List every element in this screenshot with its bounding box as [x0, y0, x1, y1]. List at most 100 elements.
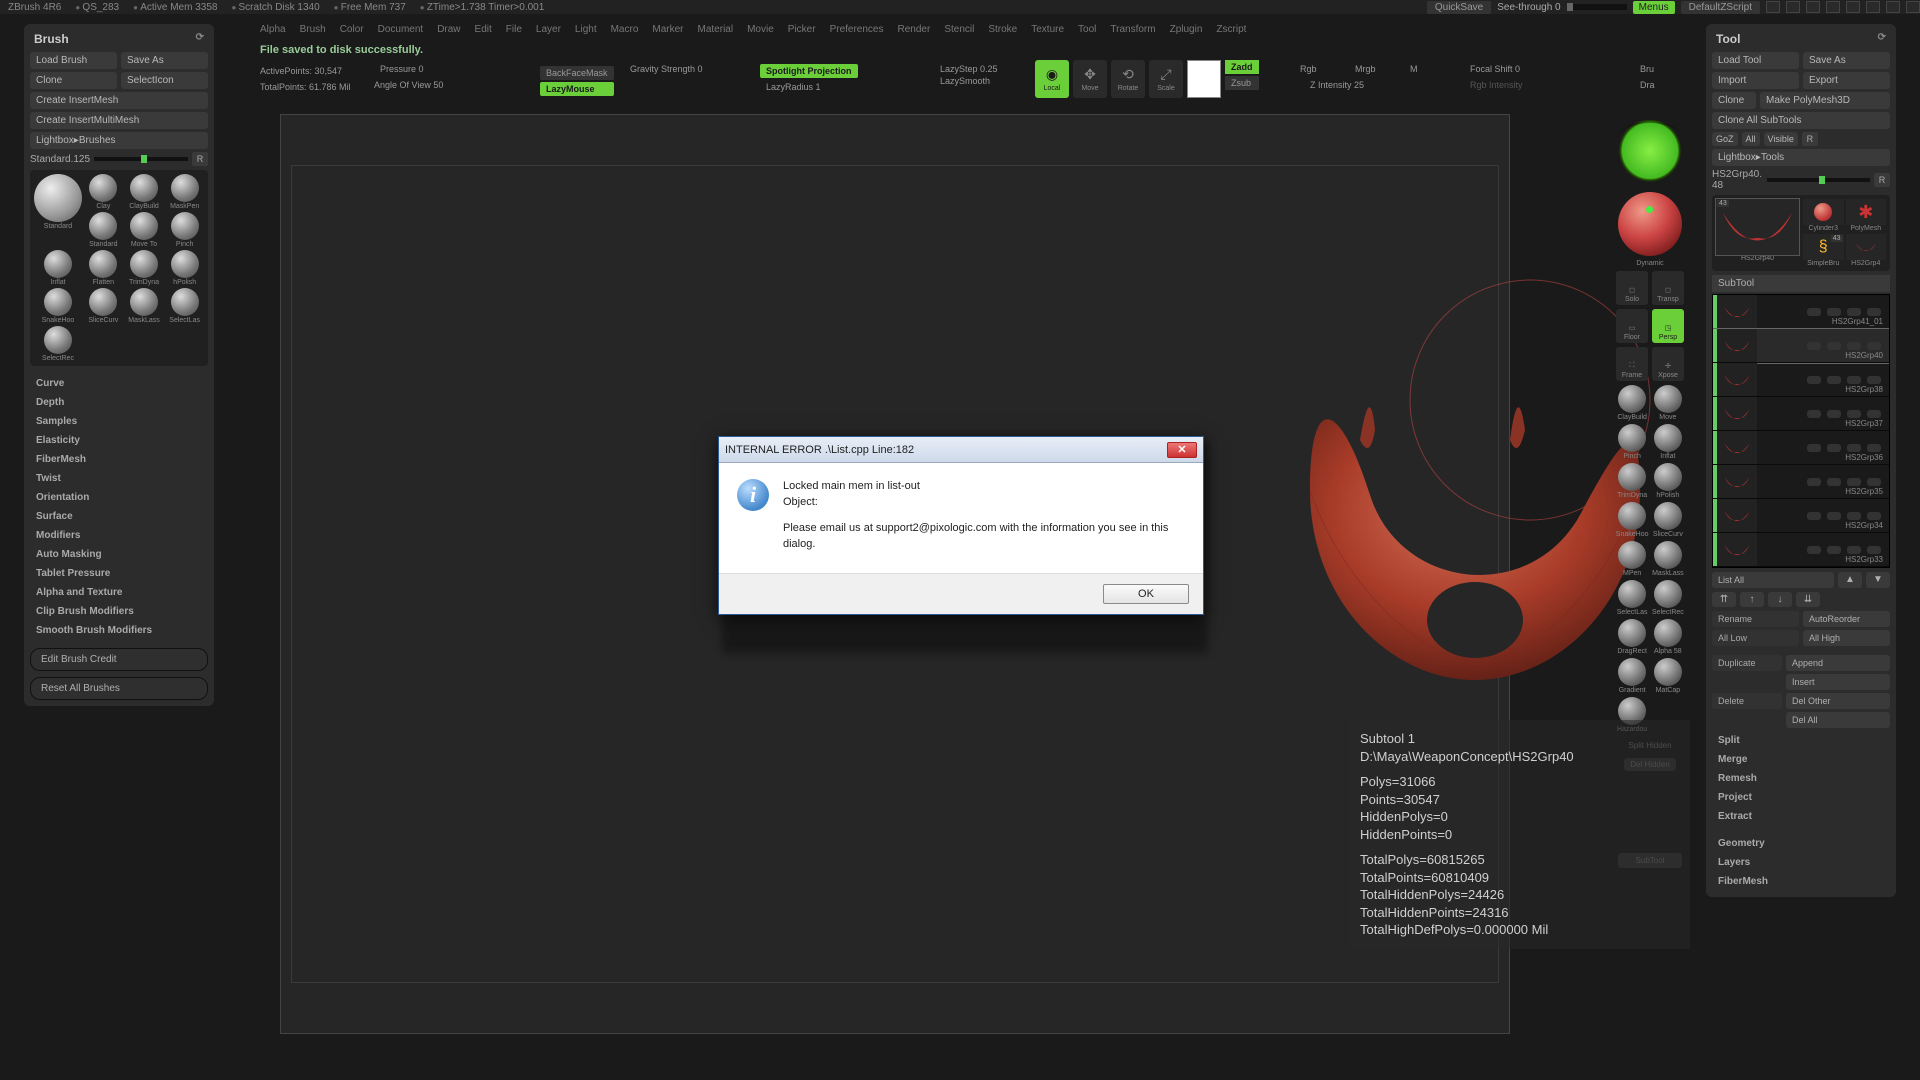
subtool-hs2grp38[interactable]: HS2Grp38 [1713, 363, 1889, 397]
brush-claybuild[interactable]: ClayBuild [125, 174, 164, 210]
local-button[interactable]: ◉Local [1035, 60, 1069, 98]
quick-brush-dragrect[interactable]: DragRect [1616, 619, 1649, 655]
subtool-down-button[interactable]: ▼ [1866, 572, 1890, 588]
tool-thumb-3[interactable]: ✱PolyMesh [1846, 199, 1887, 232]
brush-section-modifiers[interactable]: Modifiers [30, 526, 208, 545]
menu-light[interactable]: Light [575, 24, 597, 38]
brush-standard[interactable]: Standard [34, 174, 82, 248]
tool-thumb-main[interactable]: 43 HS2Grp40 [1716, 199, 1799, 267]
delete-button[interactable]: Delete [1712, 693, 1782, 709]
quick-brush-matcap[interactable]: MatCap [1652, 658, 1685, 694]
menu-marker[interactable]: Marker [652, 24, 683, 38]
menu-color[interactable]: Color [340, 24, 364, 38]
tool-section-remesh[interactable]: Remesh [1712, 769, 1890, 788]
quick-brush-mpen[interactable]: MPen [1616, 541, 1649, 577]
goz-r-button[interactable]: R [1802, 132, 1818, 146]
menus-toggle[interactable]: Menus [1633, 1, 1675, 14]
tool-section-split[interactable]: Split [1712, 731, 1890, 750]
brush-standard[interactable]: Standard [84, 212, 123, 248]
tool-section-extract[interactable]: Extract [1712, 807, 1890, 826]
brush-section-surface[interactable]: Surface [30, 507, 208, 526]
edit-brush-credit-button[interactable]: Edit Brush Credit [30, 648, 208, 671]
quick-brush-inflat[interactable]: Inflat [1652, 424, 1685, 460]
color-swatch[interactable] [1187, 60, 1221, 98]
tool-section-fibermesh[interactable]: FiberMesh [1712, 872, 1890, 891]
menu-edit[interactable]: Edit [475, 24, 492, 38]
goz-all-button[interactable]: All [1742, 132, 1760, 146]
brush-section-auto-masking[interactable]: Auto Masking [30, 545, 208, 564]
quick-brush-selectrec[interactable]: SelectRec [1652, 580, 1685, 616]
menu-alpha[interactable]: Alpha [260, 24, 286, 38]
brush-snakehoo[interactable]: SnakeHoo [34, 288, 82, 324]
brush-section-smooth-brush-modifiers[interactable]: Smooth Brush Modifiers [30, 621, 208, 640]
subtool-hs2grp41_01[interactable]: HS2Grp41_01 [1713, 295, 1889, 329]
menu-brush[interactable]: Brush [300, 24, 326, 38]
menu-texture[interactable]: Texture [1031, 24, 1064, 38]
quick-brush-gradient[interactable]: Gradient [1616, 658, 1649, 694]
layout-icon-4[interactable] [1826, 1, 1840, 13]
brush-size-r-button[interactable]: R [192, 152, 208, 166]
brush-selectlas[interactable]: SelectLas [165, 288, 204, 324]
spotlight-toggle[interactable]: Spotlight Projection [760, 64, 858, 78]
refresh-icon[interactable]: ⟳ [196, 32, 204, 46]
move-top-button[interactable]: ⇈ [1712, 592, 1736, 607]
brush-section-alpha-and-texture[interactable]: Alpha and Texture [30, 583, 208, 602]
menu-stencil[interactable]: Stencil [944, 24, 974, 38]
brush-hpolish[interactable]: hPolish [165, 250, 204, 286]
clone-all-subtools-button[interactable]: Clone All SubTools [1712, 112, 1890, 129]
quick-brush-hpolish[interactable]: hPolish [1652, 463, 1685, 499]
mrgb-label[interactable]: Mrgb [1355, 64, 1376, 74]
menu-macro[interactable]: Macro [611, 24, 639, 38]
persp-button[interactable]: ◳Persp [1652, 309, 1684, 343]
duplicate-button[interactable]: Duplicate [1712, 655, 1782, 671]
brush-section-fibermesh[interactable]: FiberMesh [30, 450, 208, 469]
tool-section-geometry[interactable]: Geometry [1712, 834, 1890, 853]
brush-section-elasticity[interactable]: Elasticity [30, 431, 208, 450]
brush-section-curve[interactable]: Curve [30, 374, 208, 393]
brush-clay[interactable]: Clay [84, 174, 123, 210]
reset-all-brushes-button[interactable]: Reset All Brushes [30, 677, 208, 700]
layout-icon-6[interactable] [1866, 1, 1880, 13]
z-intensity[interactable]: Z Intensity 25 [1310, 80, 1364, 90]
material-preview[interactable] [1618, 192, 1682, 256]
quicksave-button[interactable]: QuickSave [1427, 1, 1491, 14]
brush-slicecurv[interactable]: SliceCurv [84, 288, 123, 324]
subtool-header[interactable]: SubTool [1712, 275, 1890, 292]
subtool-hs2grp40[interactable]: HS2Grp40 [1713, 329, 1889, 363]
seethrough-slider[interactable] [1567, 4, 1627, 10]
tool-refresh-icon[interactable]: ⟳ [1878, 32, 1886, 46]
quick-brush-move[interactable]: Move [1652, 385, 1685, 421]
quick-brush-trimdyna[interactable]: TrimDyna [1616, 463, 1649, 499]
quick-brush-alpha 58[interactable]: Alpha 58 [1652, 619, 1685, 655]
selecticon-button[interactable]: SelectIcon [121, 72, 208, 89]
tool-slider[interactable] [1767, 178, 1870, 182]
insert-button[interactable]: Insert [1786, 674, 1890, 690]
lightbox-tools-button[interactable]: Lightbox▸Tools [1712, 149, 1890, 166]
focal-shift[interactable]: Focal Shift 0 [1470, 64, 1520, 74]
menu-picker[interactable]: Picker [788, 24, 816, 38]
default-zscript[interactable]: DefaultZScript [1681, 1, 1760, 14]
save-tool-button[interactable]: Save As [1803, 52, 1890, 69]
brush-section-samples[interactable]: Samples [30, 412, 208, 431]
menu-layer[interactable]: Layer [536, 24, 561, 38]
brush-pinch[interactable]: Pinch [165, 212, 204, 248]
brush-flatten[interactable]: Flatten [84, 250, 123, 286]
transp-button[interactable]: ◻Transp [1652, 271, 1684, 305]
move-down-button[interactable]: ↓ [1768, 592, 1792, 607]
floor-button[interactable]: ▭Floor [1616, 309, 1648, 343]
autoreorder-button[interactable]: AutoReorder [1803, 611, 1890, 627]
brush-maskpen[interactable]: MaskPen [165, 174, 204, 210]
rename-button[interactable]: Rename [1712, 611, 1799, 627]
menu-material[interactable]: Material [698, 24, 734, 38]
zadd-toggle[interactable]: Zadd [1225, 60, 1259, 74]
tool-section-layers[interactable]: Layers [1712, 853, 1890, 872]
tool-section-project[interactable]: Project [1712, 788, 1890, 807]
menu-stroke[interactable]: Stroke [988, 24, 1017, 38]
backfacemask-toggle[interactable]: BackFaceMask [540, 66, 614, 80]
xpose-button[interactable]: ✢Xpose [1652, 347, 1684, 381]
layout-icon-2[interactable] [1786, 1, 1800, 13]
tool-thumb-5[interactable]: HS2Grp4 [1846, 234, 1887, 267]
lazystep[interactable]: LazyStep 0.25 [940, 64, 998, 74]
scale-button[interactable]: ⤢Scale [1149, 60, 1183, 98]
list-all-button[interactable]: List All [1712, 572, 1834, 588]
